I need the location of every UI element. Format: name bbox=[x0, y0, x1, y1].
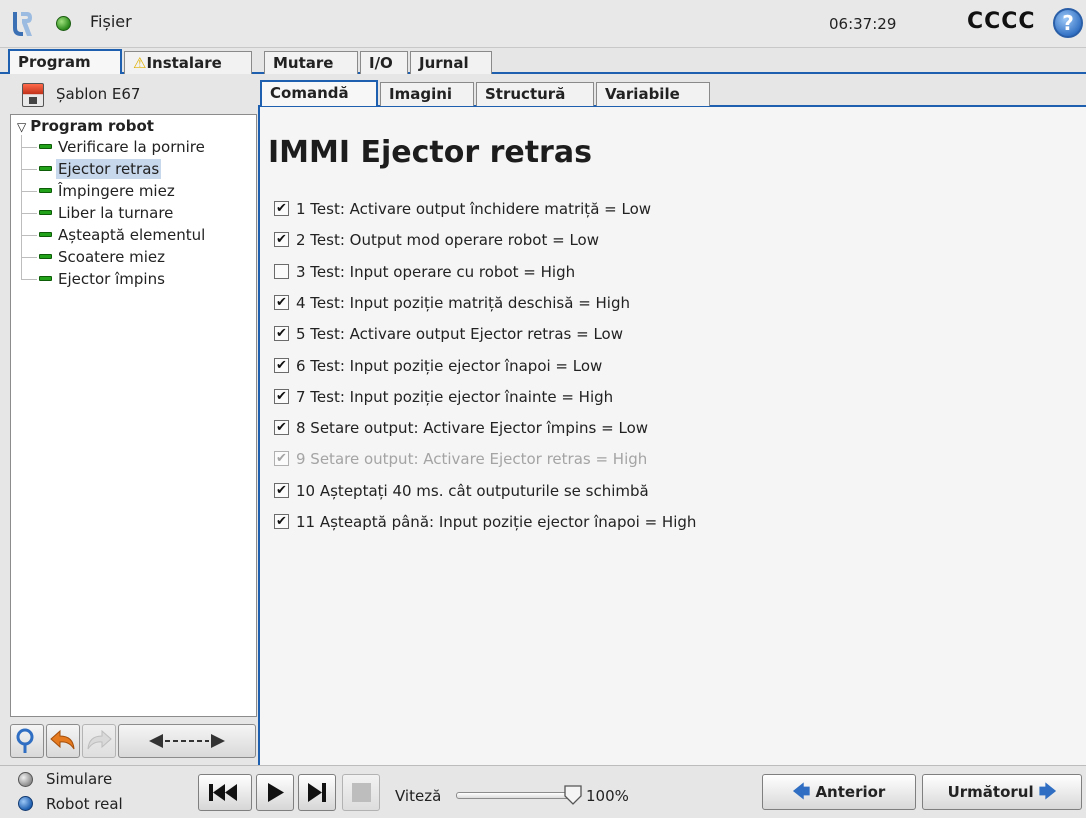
node-icon bbox=[39, 254, 52, 259]
tab-imagini[interactable]: Imagini bbox=[380, 82, 474, 106]
speed-label: Viteză bbox=[395, 787, 442, 805]
tab-instalare[interactable]: ⚠Instalare bbox=[124, 51, 252, 74]
node-icon bbox=[39, 188, 52, 193]
checkbox[interactable]: ✔ bbox=[274, 326, 289, 342]
previous-button[interactable]: 🡄 Anterior bbox=[762, 774, 916, 810]
checkbox[interactable]: ✔ bbox=[274, 357, 289, 373]
step-button[interactable] bbox=[298, 774, 336, 811]
checkbox[interactable] bbox=[274, 263, 289, 279]
undo-button[interactable] bbox=[46, 724, 80, 758]
program-tree: ▽ Program robot Verificare la pornire Eje… bbox=[10, 114, 257, 717]
checkbox[interactable]: ✔ bbox=[274, 294, 289, 310]
check-label: 4 Test: Input poziție matriță deschisă =… bbox=[296, 293, 630, 312]
search-icon bbox=[16, 728, 34, 753]
check-label: 7 Test: Input poziție ejector înainte = … bbox=[296, 387, 614, 406]
warning-icon: ⚠ bbox=[133, 54, 147, 72]
next-button[interactable]: Următorul 🡆 bbox=[922, 774, 1082, 810]
main-tabs: Program ⚠Instalare Mutare I/O Jurnal bbox=[0, 48, 1086, 74]
check-label: 3 Test: Input operare cu robot = High bbox=[296, 262, 576, 281]
tree-toolbar bbox=[10, 724, 257, 758]
resize-arrows-icon bbox=[149, 734, 225, 748]
template-label: Șablon E67 bbox=[56, 85, 141, 103]
step-forward-icon bbox=[308, 783, 326, 802]
node-icon bbox=[39, 166, 52, 171]
check-label: 6 Test: Input poziție ejector înapoi = L… bbox=[296, 356, 603, 375]
program-tree-panel: Șablon E67 ▽ Program robot Verificare la … bbox=[8, 80, 258, 765]
expand-triangle-icon[interactable]: ▽ bbox=[17, 120, 26, 134]
redo-icon bbox=[87, 729, 112, 750]
check-label: 1 Test: Activare output închidere matriț… bbox=[296, 200, 652, 218]
checkbox[interactable]: ✔ bbox=[274, 388, 289, 404]
checkbox[interactable]: ✔ bbox=[274, 451, 289, 467]
stop-icon bbox=[352, 783, 371, 802]
template-row[interactable]: Șablon E67 bbox=[8, 80, 258, 112]
robot-status-icon bbox=[56, 16, 71, 31]
command-tabs: Comandă Imagini Structură Variabile bbox=[258, 80, 1086, 107]
ur-logo-icon bbox=[13, 12, 32, 36]
node-icon bbox=[39, 144, 52, 149]
tab-variabile[interactable]: Variabile bbox=[596, 82, 710, 106]
play-button[interactable] bbox=[256, 774, 294, 811]
tab-program[interactable]: Program bbox=[8, 49, 122, 74]
clock: 06:37:29 bbox=[829, 15, 897, 33]
redo-button[interactable] bbox=[82, 724, 116, 758]
node-icon bbox=[39, 210, 52, 215]
page-title: IMMI Ejector retras bbox=[268, 135, 592, 170]
check-label: 10 Așteptați 40 ms. cât outputurile se s… bbox=[296, 481, 649, 500]
tab-comanda[interactable]: Comandă bbox=[260, 80, 378, 106]
checkbox[interactable]: ✔ bbox=[274, 482, 289, 498]
tab-structura[interactable]: Structură bbox=[476, 82, 594, 106]
collapse-panel-button[interactable] bbox=[118, 724, 256, 758]
simulate-label: Simulare bbox=[46, 770, 113, 788]
real-robot-label: Robot real bbox=[46, 795, 123, 813]
bottom-bar: Simulare Robot real Viteză 100% 🡄 Anteri… bbox=[0, 765, 1086, 818]
checkbox[interactable]: ✔ bbox=[274, 420, 289, 436]
check-label: 11 Așteaptă până: Input poziție ejector … bbox=[296, 513, 697, 531]
node-icon bbox=[39, 232, 52, 237]
search-button[interactable] bbox=[10, 724, 44, 758]
speed-slider[interactable] bbox=[456, 792, 574, 799]
undo-icon bbox=[50, 729, 75, 750]
checkbox[interactable]: ✔ bbox=[274, 201, 289, 216]
check-label: 8 Setare output: Activare Ejector împins… bbox=[296, 419, 649, 438]
file-menu[interactable]: Fișier bbox=[90, 12, 132, 31]
stop-button[interactable] bbox=[342, 774, 380, 811]
top-bar: Fișier 06:37:29 CCCC ? bbox=[0, 0, 1086, 48]
tree-root[interactable]: ▽ Program robot bbox=[17, 117, 154, 135]
checkbox[interactable]: ✔ bbox=[274, 514, 289, 529]
play-icon bbox=[268, 783, 284, 802]
tree-connector bbox=[21, 135, 22, 280]
rewind-button[interactable] bbox=[198, 774, 252, 811]
check-label: 2 Test: Output mod operare robot = Low bbox=[296, 231, 599, 250]
help-icon[interactable]: ? bbox=[1053, 8, 1083, 38]
check-label: 5 Test: Activare output Ejector retras =… bbox=[296, 325, 623, 344]
save-icon[interactable] bbox=[22, 83, 44, 107]
command-panel: IMMI Ejector retras ✔ 1 Test: Activare ou… bbox=[258, 107, 1086, 765]
tab-mutare[interactable]: Mutare bbox=[264, 51, 358, 74]
robot-name: CCCC bbox=[967, 9, 1036, 34]
arrow-left-icon: 🡄 bbox=[792, 782, 811, 802]
tab-jurnal[interactable]: Jurnal bbox=[410, 51, 492, 74]
arrow-right-icon: 🡆 bbox=[1038, 782, 1057, 802]
node-icon bbox=[39, 276, 52, 281]
speed-slider-thumb[interactable] bbox=[563, 784, 583, 806]
skip-back-icon bbox=[209, 784, 237, 801]
speed-value: 100% bbox=[586, 787, 629, 805]
tab-io[interactable]: I/O bbox=[360, 51, 408, 74]
check-label: 9 Setare output: Activare Ejector retras… bbox=[296, 450, 648, 469]
simulate-radio[interactable] bbox=[18, 772, 33, 787]
real-robot-radio[interactable] bbox=[18, 796, 33, 811]
checkbox[interactable]: ✔ bbox=[274, 232, 289, 248]
